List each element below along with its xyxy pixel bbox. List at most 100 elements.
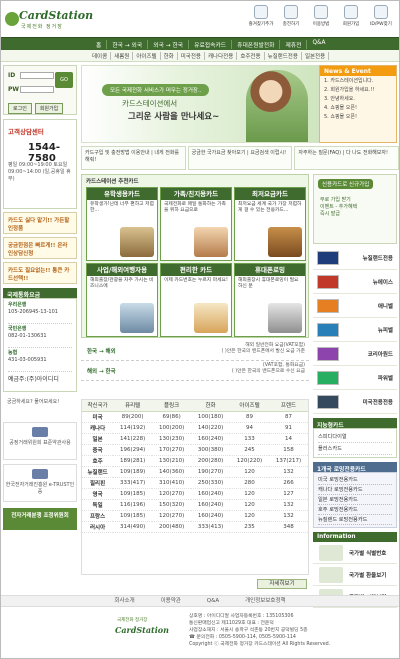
news-item[interactable]: 4. 쇼핑몰 오픈!	[320, 103, 396, 112]
roaming-card-item[interactable]: 일본 로밍전용카드	[318, 495, 392, 505]
subnav-item[interactable]: 새롬원	[111, 52, 134, 60]
card-brand-item[interactable]: 뉴질랜드전용	[313, 246, 397, 270]
table-row: 캐나다 114(192) 100(200) 140(220) 94 91	[82, 422, 308, 434]
nav-paid-card[interactable]: 유료접속카드	[189, 40, 233, 49]
news-item[interactable]: 1. 카드스테이션입니다.	[320, 76, 396, 85]
promo-banner[interactable]: 카드도 필요없는!! 통큰 카드선택!!	[3, 262, 77, 284]
dispute-committee-button[interactable]: 전자거래분쟁 조정위원회	[3, 508, 77, 530]
seal-icon	[32, 427, 48, 437]
more-details-button[interactable]: 자세히보기	[257, 579, 307, 589]
phone-ad-text: 무로 가입 받기 이벤트 - 추가혜택 즉시 발급	[320, 197, 357, 218]
table-cell-rate: 100(180)	[191, 411, 231, 423]
subnav-item[interactable]: 일본전용	[302, 52, 330, 60]
table-cell-rate: 333(417)	[113, 477, 153, 489]
nav-world-to-korea[interactable]: 외국 → 한국	[148, 40, 190, 49]
signup-top-button[interactable]: 회원가입	[337, 3, 365, 33]
roaming-card-item[interactable]: 호주 로밍전용카드	[318, 505, 392, 515]
subnav-item[interactable]: 캐나다전용	[205, 52, 238, 60]
rate-korea-to-world[interactable]: 한국 → 해외 해외 일반전화 요금(VAT포함) ( )안은 한국의 밴드폰에…	[81, 341, 309, 361]
bookmark-button[interactable]: 즐겨찾기추가	[247, 3, 275, 33]
qa-banner[interactable]: 궁금하세요? 물어보세요!	[3, 398, 77, 418]
nav-home[interactable]: 홈	[91, 40, 108, 49]
site-logo[interactable]: CardStation 국제전화 정거장	[5, 6, 93, 36]
info-country-code[interactable]: 국가별 식별번호	[313, 542, 397, 564]
smart-card-item[interactable]: 플러스카드	[318, 443, 392, 455]
card-brand-item[interactable]: 코리아원드	[313, 342, 397, 366]
table-cell-rate: 189(281)	[113, 455, 153, 467]
card-brand-item[interactable]: 애니벨	[313, 294, 397, 318]
flag-icon	[317, 251, 339, 265]
header: CardStation 국제전화 정거장 즐겨찾기추가 충전하기 이용방법 회원…	[1, 1, 399, 37]
footer: 국제전화 정거장 CardStation 상호명 : 아이디디얼 사업자등록번호…	[1, 609, 399, 658]
seal-etrust[interactable]: 한국전자거래진흥원 e-TRUST인증	[3, 464, 77, 502]
footer-link[interactable]: 회사소개	[102, 598, 146, 604]
footer-link[interactable]: 개인정보보호정책	[233, 598, 297, 604]
news-title: News & Event	[320, 66, 396, 76]
news-item[interactable]: 5. 쇼핑몰 오픈!	[320, 112, 396, 121]
footer-link[interactable]: 이용약관	[149, 598, 193, 604]
guide-banner[interactable]: 궁금한 국가요금 찾아보기 | 요금검색 이럽시!	[187, 146, 293, 170]
login-go-button[interactable]: GO	[55, 72, 73, 88]
bank-acct: 431-03-005931	[8, 357, 47, 363]
pw-input[interactable]	[20, 86, 54, 93]
roaming-card-item[interactable]: 뉴질랜드 로밍전용카드	[318, 515, 392, 525]
rate-korea-to-world-label: 한국 → 해외	[87, 349, 116, 355]
charge-button[interactable]: 충전하기	[277, 3, 305, 33]
subnav-item[interactable]: 아이즈텔	[133, 52, 161, 60]
footer-link[interactable]: Q&A	[195, 598, 231, 604]
smart-card-item[interactable]: 스피디다이얼	[318, 431, 392, 443]
promo-banner[interactable]: 궁금한점은 빠르게!! 온라인상담신청	[3, 237, 77, 259]
card-tile[interactable]: 최저요금카드 최저요금 세계 국가 가장 저렴하게 걸 수 있는 전용카드...	[234, 187, 306, 261]
login-button[interactable]: 로그인	[8, 103, 32, 114]
promo-banner[interactable]: 카드도 싫다 맡기!! 가든할인정품	[3, 212, 77, 234]
seal-ftc[interactable]: 공정거래위원회 표준약관사용	[3, 422, 77, 460]
guide-banner[interactable]: 카드구입 및 충전방법 이용안내 | 내게 전화를 해줘!	[81, 146, 186, 170]
column-header: 플링크	[152, 400, 192, 412]
nav-korea-to-world[interactable]: 한국 → 외국	[107, 40, 149, 49]
phone-signup-ad[interactable]: 신용카드로 신규가입 무로 가입 받기 이벤트 - 추가혜택 즉시 발급	[313, 174, 397, 244]
hero-banner[interactable]: 모든 국제전화 서비스가 머무는 정거장.. 카드스테이션에서 그리운 사람을 …	[81, 65, 319, 143]
signup-button[interactable]: 회원가입	[34, 103, 64, 114]
subnav-item[interactable]: 데이콤	[89, 52, 112, 60]
card-brand-name: 코리아원드	[367, 352, 393, 358]
card-brand-item[interactable]: 뉴피벨	[313, 318, 397, 342]
table-cell-country: 러시아	[82, 521, 114, 533]
idpw-button[interactable]: ID/PW찾기	[367, 3, 395, 33]
card-tile[interactable]: 편리한 카드 이제 카드번호는 누르지 마세요!	[160, 263, 232, 337]
table-cell-rate: 114(192)	[113, 422, 153, 434]
news-item[interactable]: 2. 회원가입을 하세요.!!	[320, 85, 396, 94]
card-tile[interactable]: 휴대폰로밍 해외출장시 휴대폰로밍이 필요하신 분	[234, 263, 306, 337]
id-input[interactable]	[20, 72, 54, 79]
nav-qa[interactable]: Q&A	[307, 40, 330, 49]
nav-mobile[interactable]: 휴대폰원발전화	[232, 40, 281, 49]
nav-partner[interactable]: 제휴전	[280, 40, 308, 49]
card-brand-item[interactable]: 파워벨	[313, 366, 397, 390]
guide-banner[interactable]: 자주하는 질문(FAQ) | 다 나도 전화해보자!	[294, 146, 399, 170]
subnav-item[interactable]: 미국전용	[178, 52, 205, 60]
card-brand-item[interactable]: 뉴에이스	[313, 270, 397, 294]
usage-button[interactable]: 이용방법	[307, 3, 335, 33]
card-image	[194, 303, 228, 333]
subnav-item[interactable]: 호주전용	[237, 52, 265, 60]
news-item[interactable]: 3. 안녕하세요.	[320, 94, 396, 103]
card-tile[interactable]: 가족/친지용카드 국제전화로 매일 통화하는 가족을 위하 요금으로	[160, 187, 232, 261]
table-cell-rate: 250(330)	[191, 477, 231, 489]
card-thumb-icon	[317, 323, 339, 337]
subnav-item[interactable]: 뉴질랜드전용	[265, 52, 302, 60]
info-exchange-rate[interactable]: 국가별 환율보기	[313, 564, 397, 586]
rate-world-to-korea[interactable]: 해외 → 한국 (VAT포함, 통화요금) ( )안은 한국의 밴드폰으로 수신…	[81, 361, 309, 381]
card-thumb-icon	[317, 299, 339, 313]
card-thumb-icon	[317, 275, 339, 289]
bank-name: 농협	[8, 350, 18, 356]
card-tile[interactable]: 유학생용카드 유학생가!난데 너무 편하고 저렴한...	[86, 187, 158, 261]
roaming-card-item[interactable]: 미국 로밍전용카드	[318, 475, 392, 485]
card-thumb-icon	[317, 347, 339, 361]
subnav-item[interactable]: 한화	[161, 52, 178, 60]
card-brand-item[interactable]: 미국전용전용	[313, 390, 397, 414]
card-tile[interactable]: 사업/해외여행자용 해외출장/관광을 자주 가시는 비즈니스에	[86, 263, 158, 337]
column-header: 착신국가	[82, 400, 114, 412]
left-sidebar: ID PW GO 로그인 회원가입 고객상담센터 1544-7580 평일 09…	[3, 65, 77, 591]
table-cell-rate: 120	[230, 488, 269, 500]
roaming-card-item[interactable]: 캐나다 로밍전용카드	[318, 485, 392, 495]
top-icon-bar: 즐겨찾기추가 충전하기 이용방법 회원가입 ID/PW찾기	[247, 3, 395, 33]
